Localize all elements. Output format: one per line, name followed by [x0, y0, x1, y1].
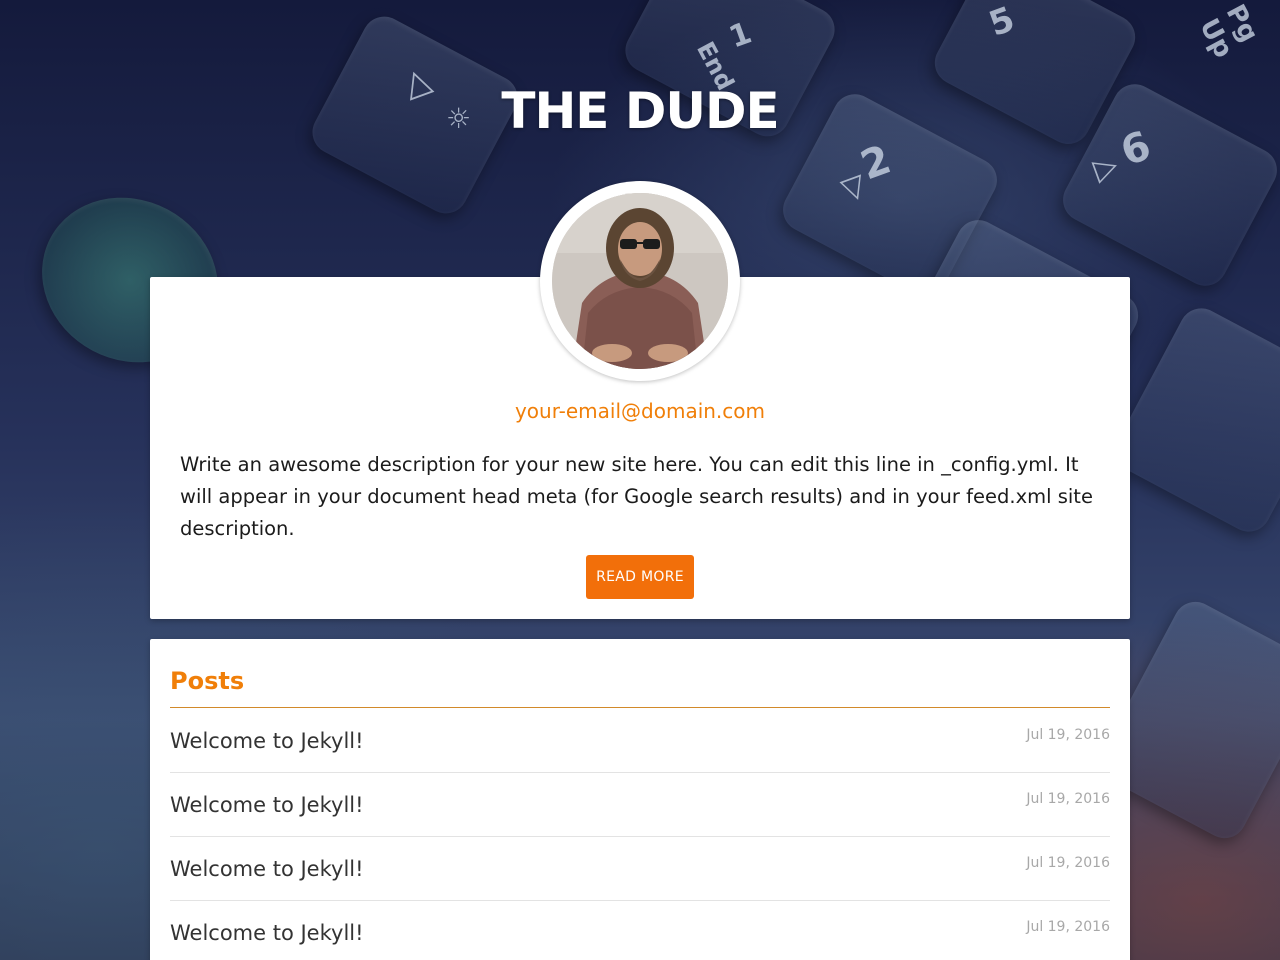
- post-title-link[interactable]: Welcome to Jekyll!: [170, 793, 364, 817]
- posts-card: Posts Welcome to Jekyll! Jul 19, 2016 We…: [150, 639, 1130, 960]
- post-date: Jul 19, 2016: [1026, 919, 1110, 935]
- avatar: [552, 193, 728, 369]
- read-more-button[interactable]: READ MORE: [586, 555, 694, 599]
- post-list-item: Welcome to Jekyll! Jul 19, 2016: [170, 837, 1110, 901]
- avatar-portrait: [552, 193, 728, 369]
- posts-heading: Posts: [170, 667, 1110, 708]
- post-title-link[interactable]: Welcome to Jekyll!: [170, 921, 364, 945]
- post-list-item: Welcome to Jekyll! Jul 19, 2016: [170, 773, 1110, 837]
- post-title-link[interactable]: Welcome to Jekyll!: [170, 729, 364, 753]
- post-title-link[interactable]: Welcome to Jekyll!: [170, 857, 364, 881]
- post-date: Jul 19, 2016: [1026, 855, 1110, 871]
- post-date: Jul 19, 2016: [1026, 727, 1110, 743]
- post-date: Jul 19, 2016: [1026, 791, 1110, 807]
- site-description: Write an awesome description for your ne…: [180, 453, 1093, 540]
- avatar-frame: [540, 181, 740, 381]
- site-title: THE DUDE: [501, 82, 779, 140]
- post-list-item: Welcome to Jekyll! Jul 19, 2016: [170, 709, 1110, 773]
- post-list-item: Welcome to Jekyll! Jul 19, 2016: [170, 901, 1110, 960]
- email-link[interactable]: your-email@domain.com: [150, 399, 1130, 423]
